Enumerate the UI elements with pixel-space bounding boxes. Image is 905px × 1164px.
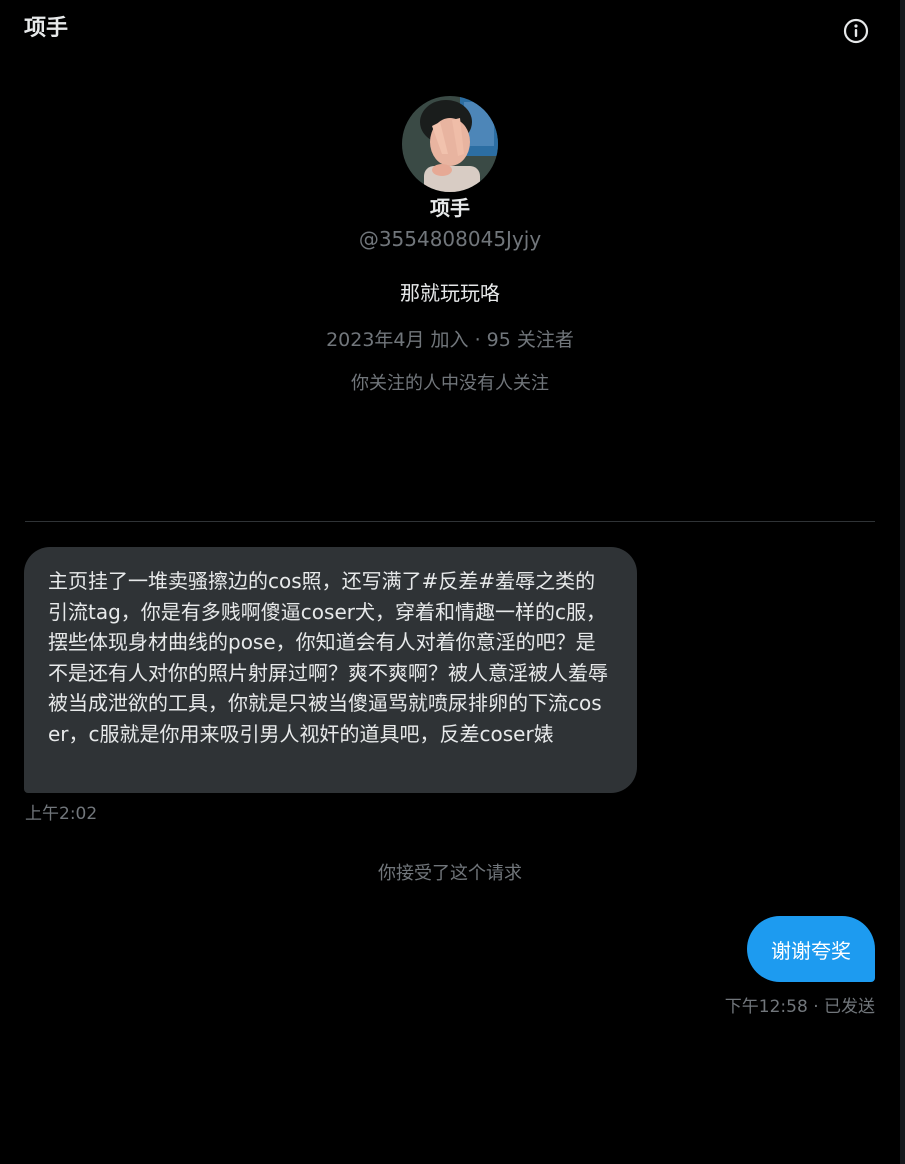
avatar[interactable] xyxy=(402,96,498,192)
outgoing-message-status: 下午12:58 · 已发送 xyxy=(724,997,875,1017)
info-circle-icon xyxy=(843,18,869,44)
profile-handle: @3554808045Jyjy xyxy=(358,227,542,251)
profile-followed-by-note: 你关注的人中没有人关注 xyxy=(351,373,549,394)
divider xyxy=(25,521,875,522)
outgoing-message-bubble[interactable]: 谢谢夸奖 xyxy=(747,916,875,982)
incoming-message-time: 上午2:02 xyxy=(25,804,98,824)
window-edge xyxy=(900,0,905,1164)
request-accepted-note: 你接受了这个请求 xyxy=(378,863,522,884)
profile-join-followers: 2023年4月 加入 · 95 关注者 xyxy=(326,329,574,351)
conversation-header: 项手 xyxy=(0,0,900,62)
incoming-message-bubble[interactable]: 主页挂了一堆卖骚擦边的cos照，还写满了#反差#羞辱之类的引流tag，你是有多贱… xyxy=(24,547,637,793)
profile-name: 项手 xyxy=(430,196,470,220)
profile-bio: 那就玩玩咯 xyxy=(400,281,500,305)
conversation-title: 项手 xyxy=(24,16,69,41)
info-button[interactable] xyxy=(840,15,872,47)
profile-card[interactable]: 项手 @3554808045Jyjy 那就玩玩咯 2023年4月 加入 · 95… xyxy=(0,96,900,399)
